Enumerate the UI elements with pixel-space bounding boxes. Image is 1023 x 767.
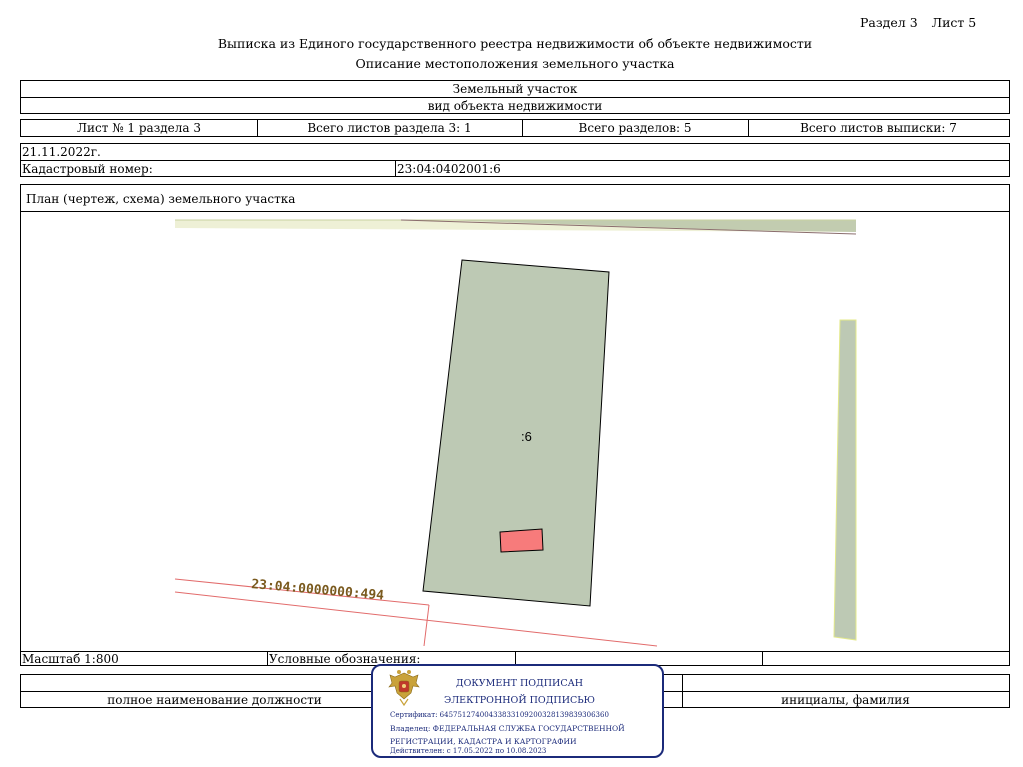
sheet-counts-row: Лист № 1 раздела 3 Всего листов раздела … xyxy=(20,119,1010,137)
scale: Масштаб 1:800 xyxy=(22,652,119,666)
cadastral-number-label: Кадастровый номер: xyxy=(22,162,153,176)
object-type-table: Земельный участок вид объекта недвижимос… xyxy=(20,80,1010,114)
object-type-caption: вид объекта недвижимости xyxy=(427,99,603,113)
stamp-owner1: Владелец: ФЕДЕРАЛЬНАЯ СЛУЖБА ГОСУДАРСТВЕ… xyxy=(390,724,625,733)
parcel-6 xyxy=(422,259,610,607)
extract-date: 21.11.2022г. xyxy=(22,145,101,159)
plan-title-box: План (чертеж, схема) земельного участка xyxy=(20,184,1010,212)
position-caption: полное наименование должности xyxy=(107,693,322,707)
info-table: 21.11.2022г. Кадастровый номер: 23:04:04… xyxy=(20,143,1010,177)
plan-title: План (чертеж, схема) земельного участка xyxy=(26,192,296,206)
section-number: Раздел 3 Лист 5 xyxy=(860,16,976,30)
initials-caption: инициалы, фамилия xyxy=(781,693,910,707)
section-label: Раздел 3 xyxy=(860,15,918,30)
electronic-signature-stamp: ДОКУМЕНТ ПОДПИСАН ЭЛЕКТРОННОЙ ПОДПИСЬЮ С… xyxy=(371,664,664,758)
right-strip-parcel xyxy=(833,319,857,641)
building xyxy=(499,528,544,553)
cadastral-number: 23:04:0402001:6 xyxy=(397,162,501,176)
stamp-certificate: Сертификат: 6457512740043383310920032813… xyxy=(390,711,609,719)
neighbor-parcel-label: 23:04:0000000:494 xyxy=(251,577,385,604)
sheet-label: Лист 5 xyxy=(931,15,977,30)
neighbor-line-3 xyxy=(423,604,430,647)
plan-drawing: :6 23:04:0000000:494 xyxy=(174,219,857,647)
total-sheets-section: Всего листов раздела 3: 1 xyxy=(307,121,472,135)
total-sections: Всего разделов: 5 xyxy=(578,121,692,135)
sheet-of-section: Лист № 1 раздела 3 xyxy=(77,121,201,135)
plan-area: :6 23:04:0000000:494 xyxy=(20,211,1010,652)
document-title: Выписка из Единого государственного реес… xyxy=(217,36,813,51)
stamp-validity: Действителен: с 17.05.2022 по 10.08.2023 xyxy=(390,747,547,755)
stamp-owner2: РЕГИСТРАЦИИ, КАДАСТРА И КАРТОГРАФИИ xyxy=(390,737,577,746)
stamp-line1: ДОКУМЕНТ ПОДПИСАН xyxy=(455,678,584,689)
parcel-6-label: :6 xyxy=(521,429,532,444)
total-sheets-extract: Всего листов выписки: 7 xyxy=(800,121,957,135)
stamp-line2: ЭЛЕКТРОННОЙ ПОДПИСЬЮ xyxy=(443,695,596,706)
document-subtitle: Описание местоположения земельного участ… xyxy=(355,56,675,71)
object-type: Земельный участок xyxy=(452,82,578,96)
